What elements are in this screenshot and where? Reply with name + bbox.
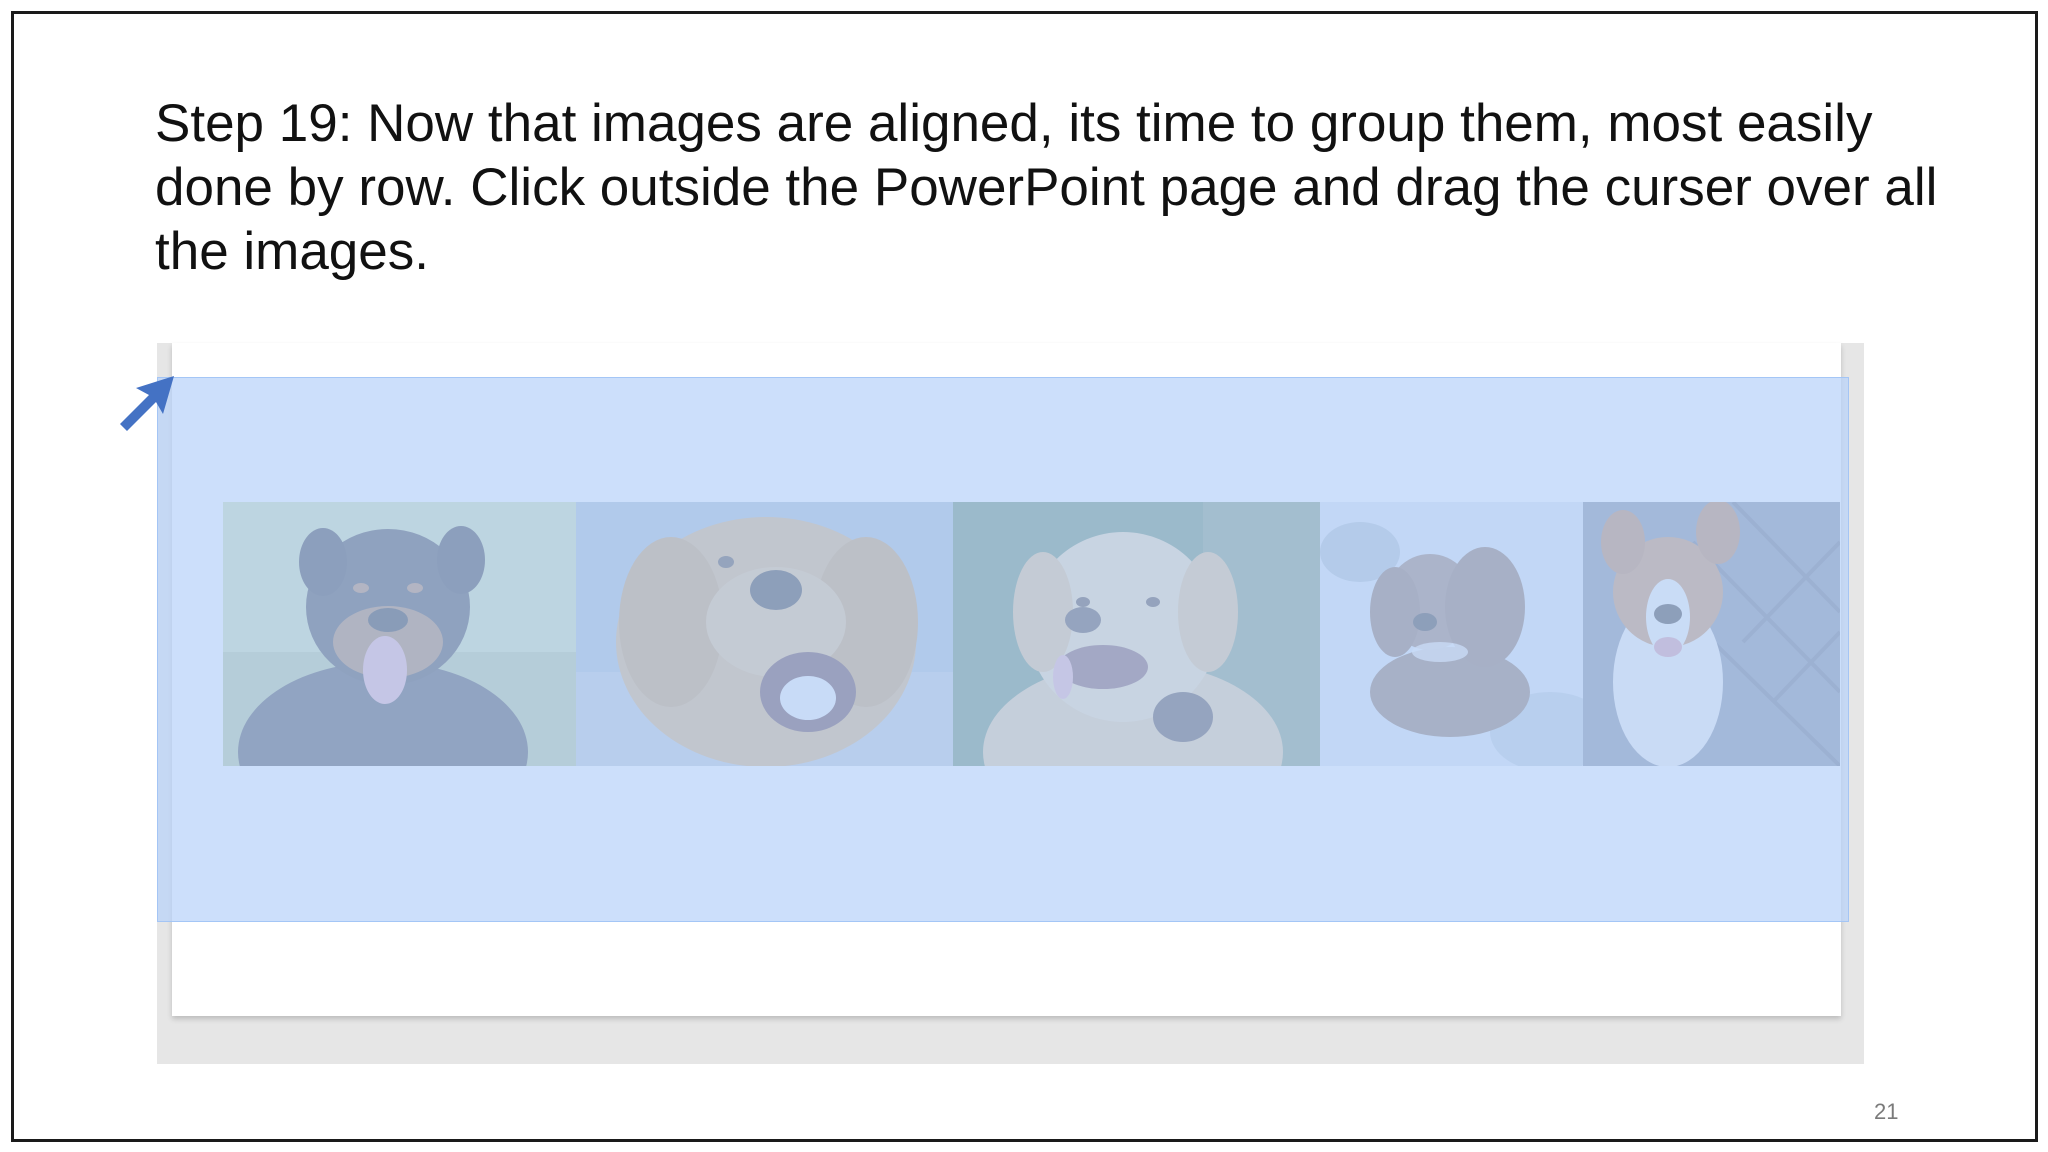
- page-number: 21: [1874, 1099, 1899, 1124]
- slide: Step 19: Now that images are aligned, it…: [11, 11, 2038, 1142]
- step-instruction: Step 19: Now that images are aligned, it…: [155, 94, 1938, 281]
- pointer-arrow-icon: [120, 376, 174, 431]
- powerpoint-screenshot: [157, 343, 1864, 1064]
- drag-selection-rectangle: [157, 377, 1849, 922]
